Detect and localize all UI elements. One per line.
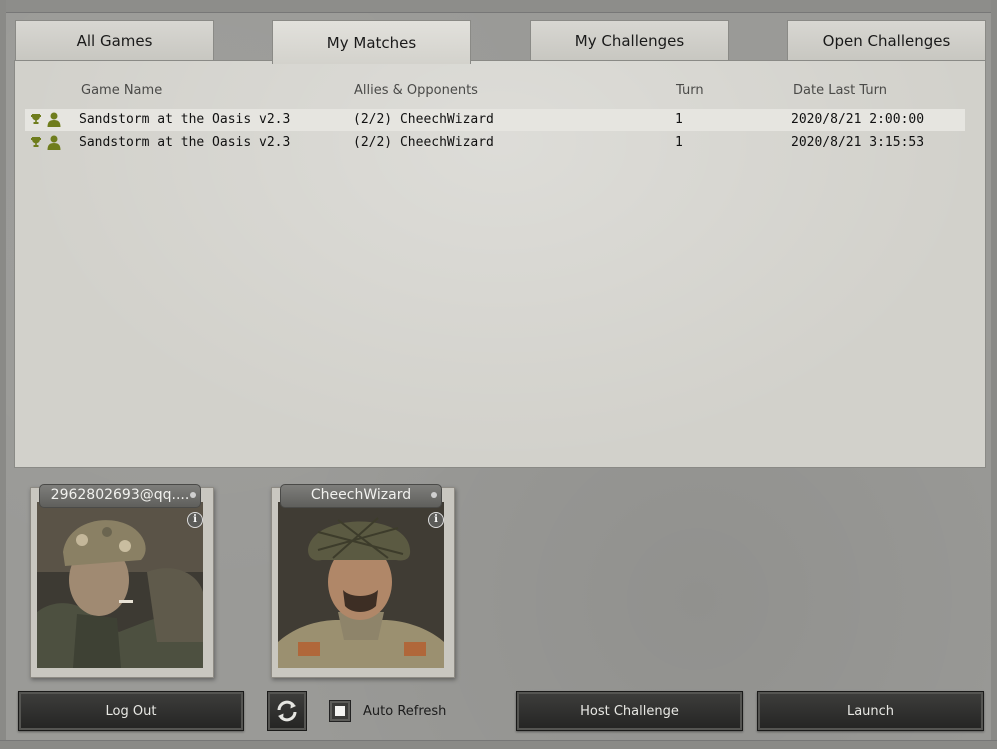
column-header-turn[interactable]: Turn (676, 83, 704, 98)
frame-right (991, 0, 997, 749)
cell-turn: 1 (675, 135, 683, 150)
auto-refresh-checkbox[interactable] (329, 700, 351, 722)
player-name-plate: CheechWizard (280, 484, 442, 508)
tab-all-games[interactable]: All Games (15, 20, 214, 60)
matches-panel: Game Name Allies & Opponents Turn Date L… (14, 60, 986, 468)
tab-my-challenges[interactable]: My Challenges (530, 20, 729, 60)
column-header-game-name[interactable]: Game Name (81, 83, 162, 98)
cell-players: (2/2) CheechWizard (353, 135, 494, 150)
table-row[interactable]: Sandstorm at the Oasis v2.3 (2/2) Cheech… (25, 109, 965, 131)
frame-left (0, 0, 6, 749)
refresh-icon (277, 700, 297, 722)
log-out-button[interactable]: Log Out (18, 691, 244, 731)
info-icon[interactable]: i (187, 512, 203, 528)
cell-game-name: Sandstorm at the Oasis v2.3 (79, 112, 291, 127)
cell-players: (2/2) CheechWizard (353, 112, 494, 127)
tab-my-matches[interactable]: My Matches (272, 20, 471, 64)
frame-top (0, 0, 997, 13)
launch-button[interactable]: Launch (757, 691, 984, 731)
tab-open-challenges[interactable]: Open Challenges (787, 20, 986, 60)
status-dot (431, 492, 437, 498)
user-icon (47, 135, 61, 150)
table-row[interactable]: Sandstorm at the Oasis v2.3 (2/2) Cheech… (25, 132, 965, 154)
player-avatar (37, 502, 203, 668)
cell-date: 2020/8/21 3:15:53 (791, 135, 925, 150)
auto-refresh-label[interactable]: Auto Refresh (363, 704, 446, 719)
user-icon (47, 112, 61, 127)
host-challenge-button[interactable]: Host Challenge (516, 691, 743, 731)
player-name-plate: 2962802693@qq.... (39, 484, 201, 508)
refresh-button[interactable] (267, 691, 307, 731)
cell-date: 2020/8/21 2:00:00 (791, 112, 925, 127)
frame-bottom (0, 740, 997, 749)
player-name: 2962802693@qq.... (50, 487, 190, 503)
cell-game-name: Sandstorm at the Oasis v2.3 (79, 135, 291, 150)
column-header-date-last-turn[interactable]: Date Last Turn (793, 83, 887, 98)
trophy-icon (31, 114, 41, 124)
player-card[interactable]: 2962802693@qq.... i (30, 484, 214, 678)
info-icon[interactable]: i (428, 512, 444, 528)
cell-turn: 1 (675, 112, 683, 127)
player-card[interactable]: CheechWizard i (271, 484, 455, 678)
status-dot (190, 492, 196, 498)
column-header-allies-opponents[interactable]: Allies & Opponents (354, 83, 478, 98)
player-avatar (278, 502, 444, 668)
player-name: CheechWizard (310, 487, 412, 503)
trophy-icon (31, 137, 41, 147)
checkbox-box (335, 706, 345, 716)
